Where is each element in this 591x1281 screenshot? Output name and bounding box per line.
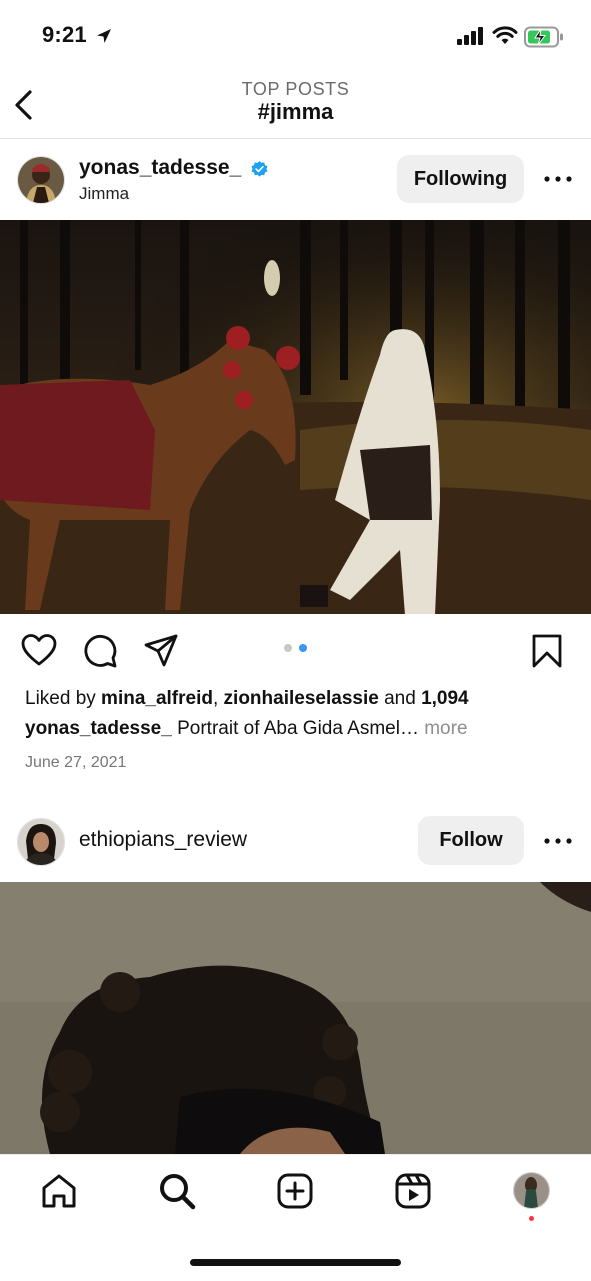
following-button[interactable]: Following bbox=[397, 155, 524, 203]
post-location[interactable]: Jimma bbox=[79, 184, 129, 204]
search-icon[interactable] bbox=[158, 1172, 196, 1210]
post-image[interactable] bbox=[0, 220, 591, 614]
caption-text: Portrait of Aba Gida Asmel… bbox=[171, 718, 419, 739]
post-date: June 27, 2021 bbox=[25, 754, 127, 771]
location-arrow-icon bbox=[97, 29, 111, 43]
likes-prefix: Liked by bbox=[25, 688, 102, 709]
avatar[interactable] bbox=[17, 818, 65, 866]
create-icon[interactable] bbox=[276, 1172, 314, 1210]
comment-icon[interactable] bbox=[82, 633, 118, 669]
post-image[interactable] bbox=[0, 882, 591, 1154]
likes-count[interactable]: 1,094 bbox=[421, 688, 469, 709]
bookmark-icon[interactable] bbox=[529, 633, 565, 669]
liker-2[interactable]: zionhaileselassie bbox=[224, 688, 379, 709]
avatar[interactable] bbox=[17, 156, 65, 204]
caption-more-link[interactable]: more bbox=[419, 718, 467, 739]
battery-icon bbox=[524, 26, 563, 48]
wifi-icon bbox=[492, 26, 518, 44]
follow-button[interactable]: Follow bbox=[418, 816, 524, 865]
caption-line: yonas_tadesse_ Portrait of Aba Gida Asme… bbox=[25, 718, 585, 740]
liker-1[interactable]: mina_alfreid bbox=[101, 688, 213, 709]
carousel-dot bbox=[284, 644, 292, 652]
page-subtitle: TOP POSTS bbox=[241, 79, 350, 99]
notification-dot bbox=[529, 1216, 534, 1221]
reels-icon[interactable] bbox=[394, 1172, 432, 1210]
likes-sep: , bbox=[212, 688, 224, 709]
verified-icon bbox=[251, 161, 268, 177]
likes-line[interactable]: Liked by mina_alfreid, zionhaileselassie… bbox=[25, 688, 585, 710]
more-icon[interactable] bbox=[543, 174, 573, 184]
post-username[interactable]: ethiopians_review bbox=[79, 828, 247, 852]
likes-mid: and bbox=[378, 688, 422, 709]
more-icon[interactable] bbox=[543, 836, 573, 846]
heart-icon[interactable] bbox=[21, 633, 57, 669]
home-indicator bbox=[190, 1259, 401, 1266]
header-divider bbox=[0, 138, 591, 139]
home-icon[interactable] bbox=[40, 1172, 78, 1210]
page-title: #jimma bbox=[257, 99, 334, 124]
profile-avatar[interactable] bbox=[513, 1172, 550, 1209]
caption-username[interactable]: yonas_tadesse_ bbox=[25, 718, 172, 739]
status-time: 9:21 bbox=[42, 22, 87, 47]
share-icon[interactable] bbox=[143, 633, 179, 669]
carousel-dot-active bbox=[299, 644, 307, 652]
cellular-signal-icon bbox=[457, 27, 483, 45]
post-username[interactable]: yonas_tadesse_ bbox=[79, 156, 241, 180]
